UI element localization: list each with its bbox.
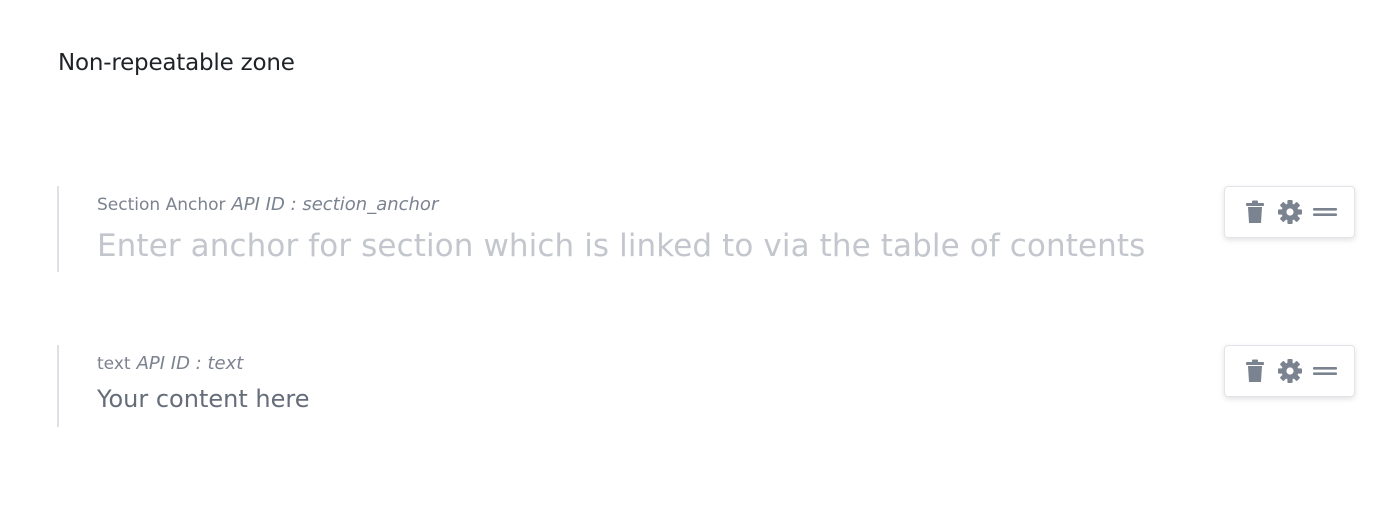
gear-icon [1277,358,1303,384]
settings-button[interactable] [1276,357,1304,385]
zone-title: Non-repeatable zone [58,50,295,76]
settings-button[interactable] [1276,198,1304,226]
drag-handle-button[interactable] [1311,198,1339,226]
field-toolbar [1224,345,1355,397]
trash-icon [1245,359,1265,383]
field-label-name: text [97,354,131,374]
trash-icon [1245,200,1265,224]
drag-handle-button[interactable] [1311,357,1339,385]
field-api-id: API ID : text [136,353,244,374]
delete-button[interactable] [1241,198,1269,226]
field-label-name: Section Anchor [97,195,226,215]
slice-zone-page: Non-repeatable zone Section Anchor API ID… [0,0,1400,532]
field-text: text API ID : text Your content here [57,345,1357,427]
field-label: Section Anchor API ID : section_anchor [97,194,438,215]
field-toolbar [1224,186,1355,238]
field-api-id: API ID : section_anchor [231,194,439,215]
field-label: text API ID : text [97,353,243,374]
delete-button[interactable] [1241,357,1269,385]
gear-icon [1277,199,1303,225]
field-section-anchor: Section Anchor API ID : section_anchor En… [57,186,1357,272]
section-anchor-input[interactable]: Enter anchor for section which is linked… [97,228,1145,264]
drag-handle-icon [1312,207,1337,217]
text-content-input[interactable]: Your content here [97,385,309,413]
drag-handle-icon [1312,366,1337,376]
